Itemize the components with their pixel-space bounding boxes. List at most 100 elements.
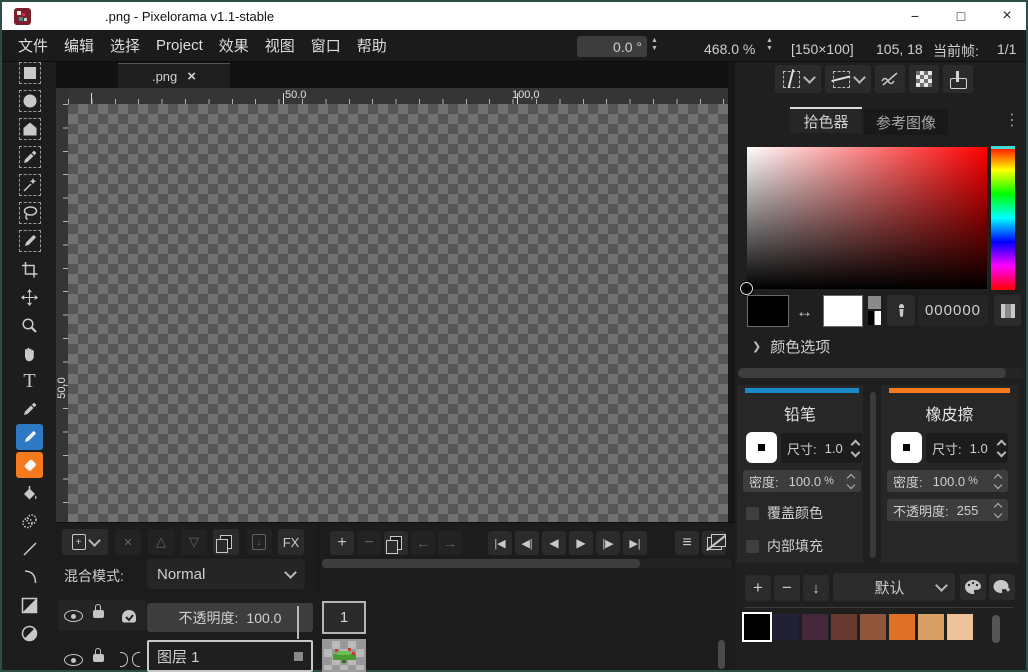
checkbox-icon[interactable]	[746, 540, 759, 553]
alpha-checker-button[interactable]	[909, 65, 939, 93]
pencil-density-slider[interactable]: 密度: 100.0 %	[743, 470, 861, 492]
canvas[interactable]	[68, 104, 728, 522]
tool-pan[interactable]	[16, 340, 43, 366]
horizontal-ruler[interactable]: 50.0 100,0	[68, 88, 728, 104]
mirror-x-button[interactable]	[775, 65, 821, 93]
onion-skinning-button[interactable]	[702, 531, 726, 555]
picker-hscrollbar-thumb[interactable]	[738, 368, 1006, 378]
add-frame-button[interactable]: +	[330, 531, 354, 555]
global-lock-button[interactable]	[93, 604, 104, 618]
play-button[interactable]: ▶	[569, 531, 593, 555]
menu-help[interactable]: 帮助	[349, 35, 395, 56]
dynamics-button[interactable]	[943, 65, 973, 93]
timeline-settings-button[interactable]: ≡	[675, 531, 699, 555]
tool-lasso[interactable]	[16, 200, 43, 226]
menu-view[interactable]: 视图	[257, 35, 303, 56]
cel-button[interactable]	[322, 639, 366, 672]
close-button[interactable]: ×	[992, 4, 1022, 28]
add-layer-button[interactable]: +	[62, 529, 108, 555]
blend-mode-dropdown[interactable]: Normal	[147, 559, 305, 589]
menu-select[interactable]: 选择	[102, 35, 148, 56]
layer-link-button[interactable]	[120, 652, 140, 667]
layer-opacity-down[interactable]	[297, 620, 299, 638]
palette-swatch[interactable]	[860, 614, 886, 640]
menu-edit[interactable]: 编辑	[56, 35, 102, 56]
play-backwards-button[interactable]: ◀	[542, 531, 566, 555]
sort-palette-button[interactable]: ↓	[803, 575, 829, 601]
panel-menu-button[interactable]: ⋮	[1004, 110, 1020, 130]
palette-selector-dropdown[interactable]: 默认	[833, 573, 955, 601]
add-palette-color-button[interactable]: +	[745, 575, 771, 601]
tool-ellipse-select[interactable]	[16, 88, 43, 114]
move-layer-down-button[interactable]: ▽	[181, 529, 207, 555]
prev-frame-button[interactable]: ◀|	[515, 531, 539, 555]
rotation-spinbox[interactable]: 0.0 °	[577, 36, 647, 57]
pencil-fill-inside-option[interactable]: 内部填充	[746, 536, 823, 556]
mirror-y-button[interactable]	[825, 65, 871, 93]
pencil-panel-scrollbar[interactable]	[870, 392, 876, 558]
timeline-vscrollbar-thumb[interactable]	[718, 640, 725, 669]
menu-project[interactable]: Project	[148, 37, 211, 54]
tool-text[interactable]: T	[16, 368, 43, 394]
menu-file[interactable]: 文件	[10, 35, 56, 56]
tool-color-select[interactable]	[16, 144, 43, 170]
swap-colors-button[interactable]: ↔	[796, 302, 813, 322]
remove-frame-button[interactable]: −	[357, 531, 381, 555]
minimize-button[interactable]: −	[900, 4, 930, 28]
global-cel-button[interactable]	[119, 607, 139, 625]
tool-curve[interactable]	[16, 564, 43, 590]
palette-swatch[interactable]	[773, 614, 799, 640]
layer-opacity-spinbox[interactable]: 不透明度: 100.0	[147, 603, 313, 632]
zoom-spin-arrows[interactable]: ▲▼	[766, 37, 776, 52]
layer-name-field[interactable]: 图层 1	[147, 640, 313, 672]
tool-line[interactable]	[16, 536, 43, 562]
pixel-perfect-button[interactable]	[875, 65, 905, 93]
tool-color-picker[interactable]	[16, 396, 43, 422]
tool-polygon-select[interactable]	[16, 116, 43, 142]
tool-pencil[interactable]	[16, 424, 43, 450]
tab-color-picker[interactable]: 拾色器	[790, 107, 862, 133]
palette-swatch[interactable]	[831, 614, 857, 640]
palette-swatch[interactable]	[947, 614, 973, 640]
move-frame-right-button[interactable]: →	[438, 531, 462, 555]
tool-bucket[interactable]	[16, 480, 43, 506]
eraser-density-arrows[interactable]	[995, 475, 1004, 488]
palette-vscrollbar-thumb[interactable]	[992, 615, 1000, 643]
tab-reference-images[interactable]: 参考图像	[864, 109, 948, 135]
color-options-expander[interactable]: ❯ 颜色选项	[752, 336, 830, 357]
tool-rectangle[interactable]	[16, 592, 43, 618]
palette-swatch[interactable]	[802, 614, 828, 640]
menu-window[interactable]: 窗口	[303, 35, 349, 56]
move-layer-up-button[interactable]: △	[148, 529, 174, 555]
remove-palette-color-button[interactable]: −	[774, 575, 800, 601]
go-first-frame-button[interactable]: |◀	[488, 531, 512, 555]
vertical-ruler[interactable]: 50.0	[56, 104, 68, 522]
frame-header-button[interactable]: 1	[322, 601, 366, 634]
pencil-brush-preview[interactable]	[746, 432, 777, 463]
saturation-value-box[interactable]	[747, 147, 987, 289]
palette-swatch[interactable]	[744, 614, 770, 640]
edit-palette-button[interactable]	[960, 574, 986, 600]
pencil-density-arrows[interactable]	[848, 475, 857, 488]
sv-cursor[interactable]	[740, 282, 753, 295]
tool-eraser[interactable]	[16, 452, 43, 478]
hue-grabber[interactable]	[991, 146, 1015, 149]
global-visibility-button[interactable]	[64, 610, 83, 622]
eraser-opacity-slider[interactable]: 不透明度: 255	[887, 499, 1008, 521]
pencil-size-arrows[interactable]	[852, 441, 862, 456]
palette-swatch[interactable]	[889, 614, 915, 640]
right-color-swatch[interactable]	[823, 295, 863, 327]
layer-fx-button[interactable]: FX	[278, 529, 304, 555]
remove-layer-button[interactable]: ×	[115, 529, 141, 555]
eraser-size-arrows[interactable]	[998, 441, 1008, 456]
tool-shading[interactable]	[16, 508, 43, 534]
eraser-opacity-arrows[interactable]	[995, 504, 1004, 517]
hex-input[interactable]: 000000	[918, 295, 988, 326]
eraser-density-slider[interactable]: 密度: 100.0 %	[887, 470, 1008, 492]
tool-rectangle-select[interactable]	[16, 60, 43, 86]
hue-slider[interactable]	[991, 146, 1015, 290]
eraser-size-spinbox[interactable]: 尺寸: 1.0	[926, 433, 1008, 463]
pencil-overwrite-option[interactable]: 覆盖颜色	[746, 503, 823, 523]
color-display-mode-button[interactable]	[994, 295, 1021, 326]
tool-ellipse[interactable]	[16, 620, 43, 646]
